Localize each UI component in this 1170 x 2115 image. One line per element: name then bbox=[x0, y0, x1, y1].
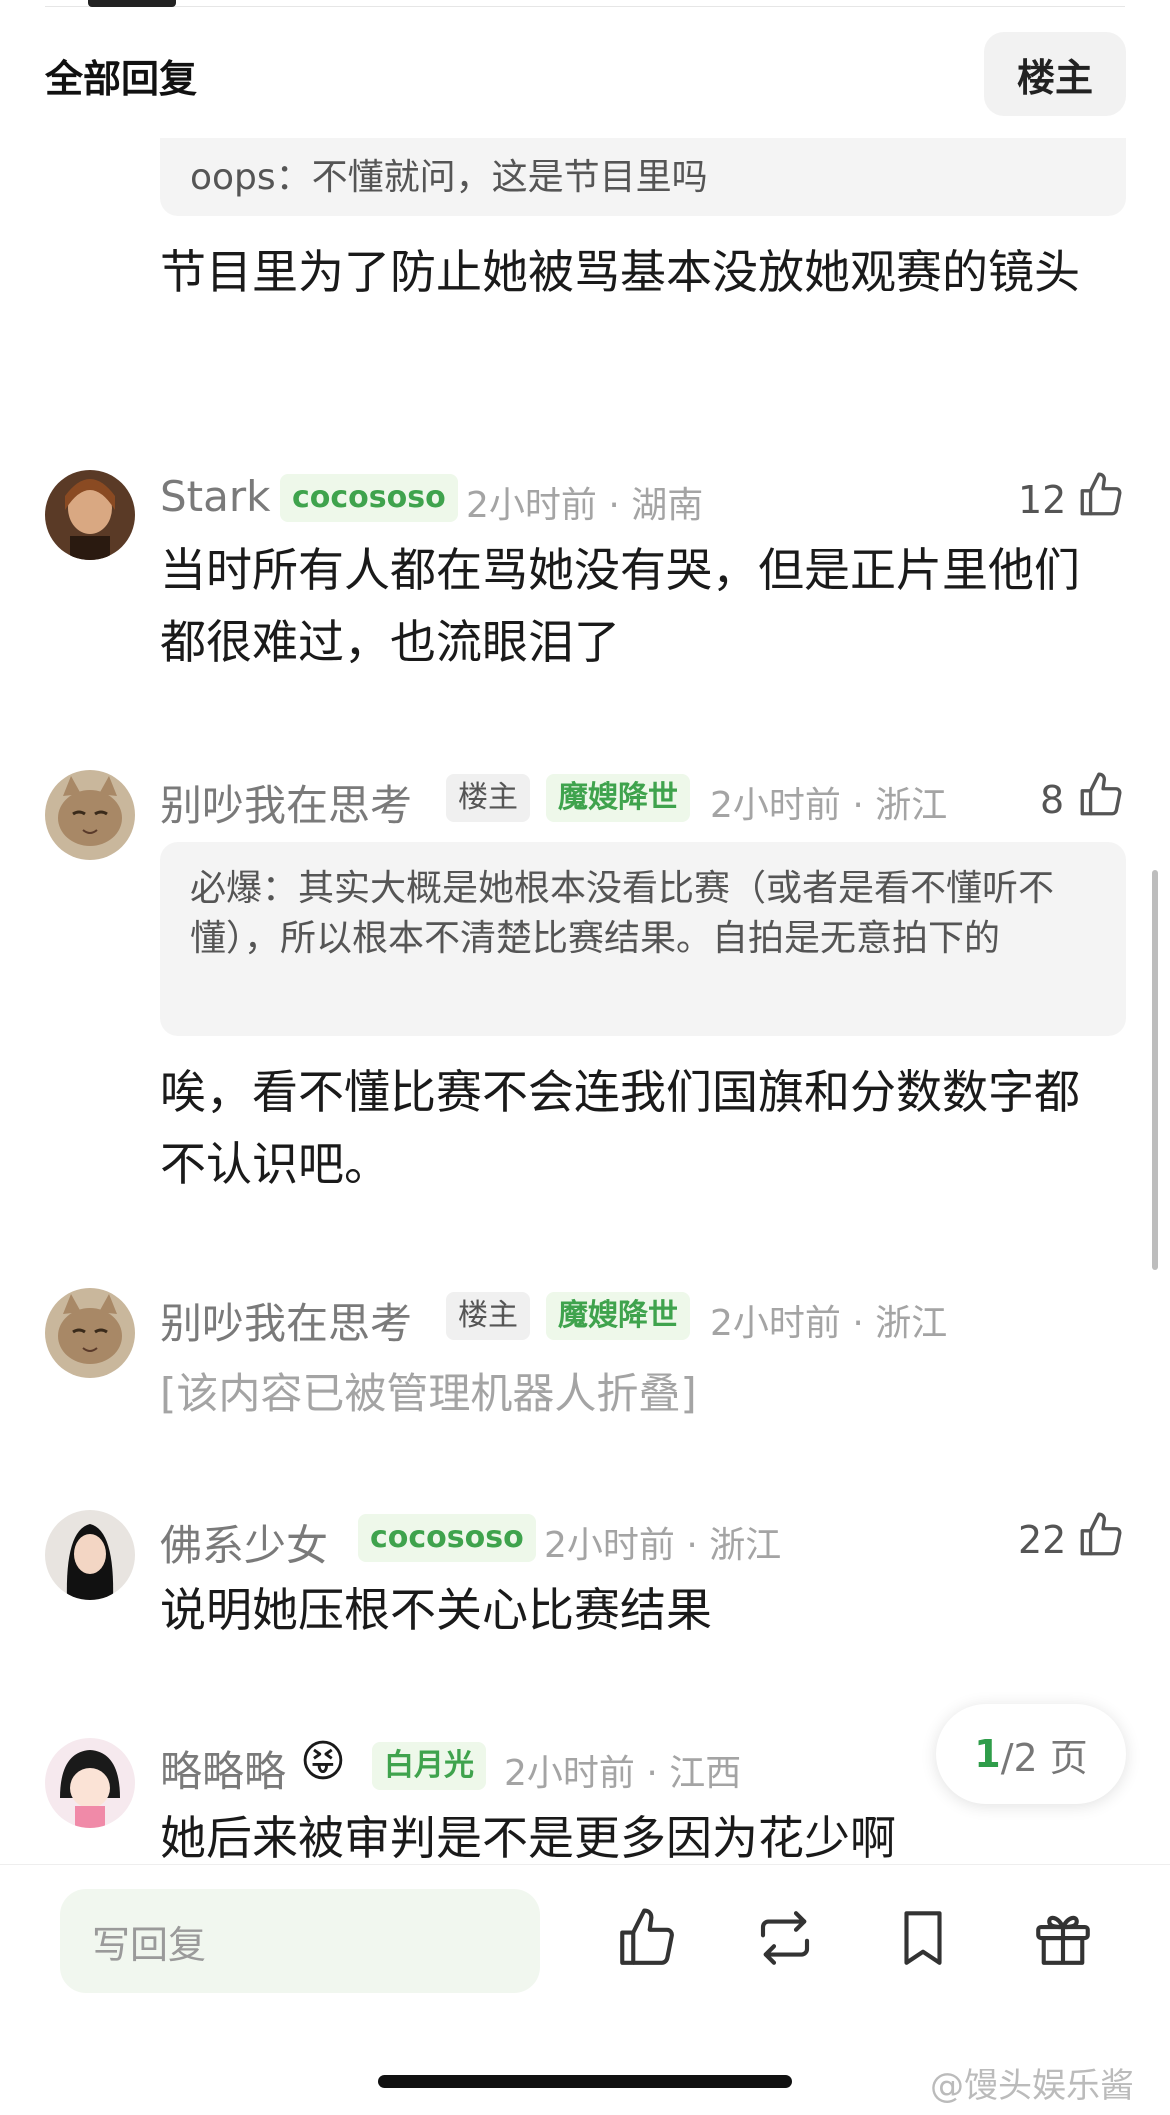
fan-badge: 白月光 bbox=[372, 1742, 486, 1790]
avatar[interactable] bbox=[45, 1288, 135, 1378]
top-divider bbox=[45, 6, 1125, 7]
avatar[interactable] bbox=[45, 770, 135, 860]
username[interactable]: 别吵我在思考 bbox=[160, 1290, 412, 1351]
username[interactable]: Stark bbox=[160, 472, 270, 521]
thumbs-up-icon[interactable] bbox=[614, 1905, 680, 1971]
thumbs-up-icon[interactable] bbox=[1076, 770, 1126, 820]
comment-meta: 2小时前 · 江西 bbox=[504, 1753, 742, 1794]
comment-meta: 2小时前 · 浙江 bbox=[710, 785, 948, 826]
username[interactable]: 佛系少女 bbox=[160, 1512, 328, 1573]
page-total: /2 页 bbox=[1000, 1735, 1088, 1780]
avatar[interactable] bbox=[45, 1738, 135, 1828]
emoji-icon: 😝 bbox=[300, 1736, 346, 1787]
owner-filter-button[interactable]: 楼主 bbox=[984, 32, 1126, 116]
like-count: 8 bbox=[1040, 778, 1065, 822]
owner-tag: 楼主 bbox=[446, 1292, 530, 1340]
scrollbar[interactable] bbox=[1152, 870, 1158, 1270]
comment-text: 唉，看不懂比赛不会连我们国旗和分数数字都不认识吧。 bbox=[160, 1065, 1080, 1191]
avatar[interactable] bbox=[45, 1510, 135, 1600]
gift-icon[interactable] bbox=[1030, 1905, 1096, 1971]
comment-text: 说明她压根不关心比赛结果 bbox=[160, 1583, 712, 1637]
thumbs-up-icon[interactable] bbox=[1076, 1510, 1126, 1560]
fan-badge: cocososo bbox=[280, 474, 458, 522]
quoted-reply-text: oops：不懂就问，这是节目里吗 bbox=[190, 157, 708, 198]
like-count: 22 bbox=[1018, 1518, 1067, 1562]
comment-meta: 2小时前 · 浙江 bbox=[710, 1303, 948, 1344]
avatar[interactable] bbox=[45, 470, 135, 560]
section-title: 全部回复 bbox=[45, 57, 198, 101]
fan-badge: 魔嫂降世 bbox=[546, 774, 690, 822]
quoted-reply: oops：不懂就问，这是节目里吗 bbox=[160, 138, 1126, 216]
like-count: 12 bbox=[1018, 478, 1067, 522]
fan-badge: 魔嫂降世 bbox=[546, 1292, 690, 1340]
home-indicator bbox=[378, 2075, 792, 2088]
watermark: @馒头娱乐酱 bbox=[930, 2066, 1134, 2106]
pagination-pill[interactable]: 1 /2 页 bbox=[936, 1704, 1126, 1804]
reply-input[interactable]: 写回复 bbox=[60, 1889, 540, 1993]
thumbs-up-icon[interactable] bbox=[1076, 470, 1126, 520]
username[interactable]: 略略略 bbox=[160, 1738, 286, 1799]
quoted-reply-text: 必爆：其实大概是她根本没看比赛（或者是看不懂听不懂），所以根本不清楚比赛结果。自… bbox=[190, 868, 1055, 959]
repost-icon[interactable] bbox=[752, 1905, 818, 1971]
username[interactable]: 别吵我在思考 bbox=[160, 772, 412, 833]
owner-tag: 楼主 bbox=[446, 774, 530, 822]
reply-text: 节目里为了防止她被骂基本没放她观赛的镜头 bbox=[160, 245, 1080, 299]
quoted-reply: 必爆：其实大概是她根本没看比赛（或者是看不懂听不懂），所以根本不清楚比赛结果。自… bbox=[160, 842, 1126, 1036]
bookmark-icon[interactable] bbox=[890, 1905, 956, 1971]
folded-content-notice[interactable]: [该内容已被管理机器人折叠] bbox=[160, 1360, 697, 1421]
current-page: 1 bbox=[974, 1732, 1001, 1776]
tab-indicator bbox=[88, 0, 176, 7]
comment-meta: 2小时前 · 湖南 bbox=[466, 485, 704, 526]
comment-meta: 2小时前 · 浙江 bbox=[544, 1525, 782, 1566]
comment-text: 当时所有人都在骂她没有哭，但是正片里他们都很难过，也流眼泪了 bbox=[160, 543, 1080, 669]
fan-badge: cocososo bbox=[358, 1514, 536, 1562]
